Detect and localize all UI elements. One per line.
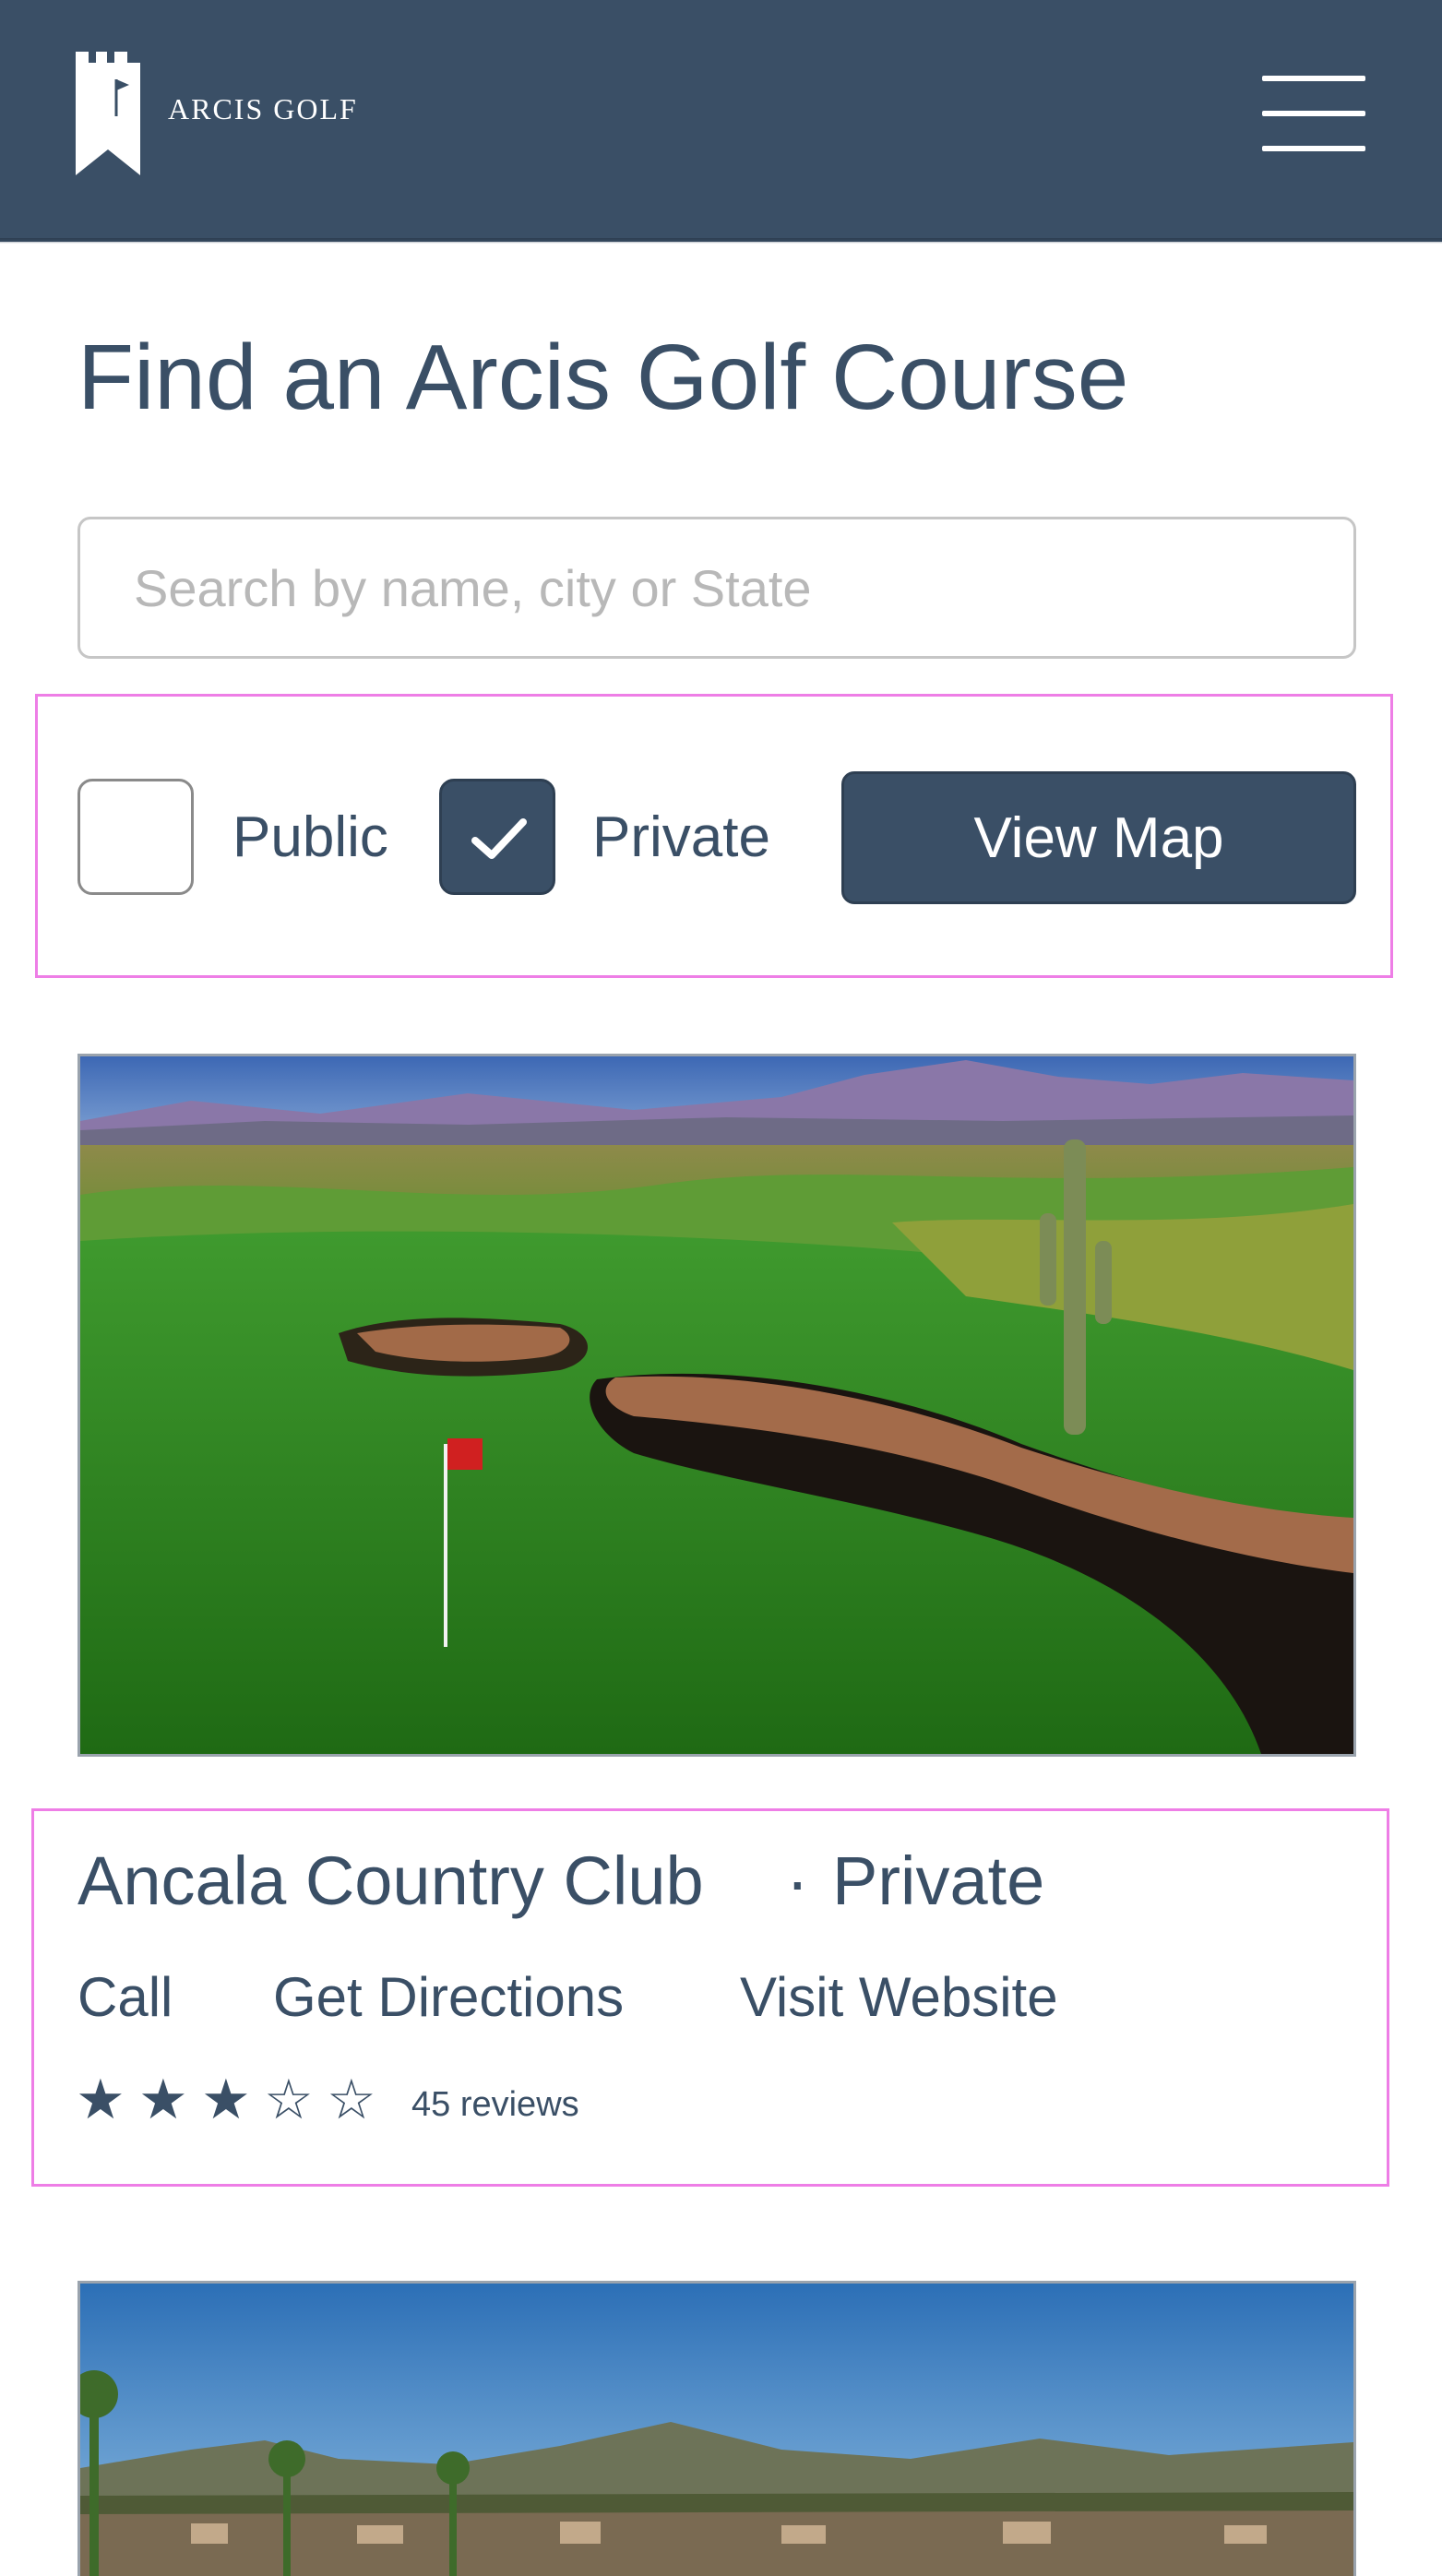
- arcis-logo-icon[interactable]: [76, 52, 140, 175]
- course-photo[interactable]: [77, 2281, 1356, 2576]
- separator-dot: ·: [786, 1843, 809, 1919]
- star-filled-icon: ★: [138, 2068, 188, 2132]
- course-photo[interactable]: [77, 1054, 1356, 1757]
- view-map-button[interactable]: View Map: [841, 771, 1356, 904]
- course-name[interactable]: Ancala Country Club: [77, 1842, 704, 1920]
- review-count[interactable]: 45 reviews: [411, 2085, 579, 2125]
- menu-button[interactable]: [1262, 74, 1365, 153]
- call-link[interactable]: Call: [77, 1965, 173, 2029]
- public-label[interactable]: Public: [232, 805, 388, 870]
- search-input[interactable]: [77, 517, 1356, 659]
- private-label[interactable]: Private: [592, 805, 770, 870]
- header-shadow: [0, 238, 1442, 244]
- course-type: Private: [832, 1843, 1045, 1919]
- brand-name[interactable]: ARCIS GOLF: [168, 92, 358, 126]
- site-header: ARCIS GOLF: [0, 0, 1442, 242]
- page-title: Find an Arcis Golf Course: [77, 326, 1129, 429]
- visit-website-link[interactable]: Visit Website: [740, 1965, 1058, 2029]
- star-filled-icon: ★: [201, 2068, 251, 2132]
- get-directions-link[interactable]: Get Directions: [273, 1965, 624, 2029]
- private-checkbox[interactable]: [439, 779, 555, 895]
- public-checkbox[interactable]: [77, 779, 194, 895]
- hamburger-icon: [1262, 76, 1365, 81]
- star-filled-icon: ★: [76, 2068, 125, 2132]
- star-empty-icon: ☆: [264, 2068, 314, 2132]
- checkmark-icon: [471, 818, 527, 859]
- star-empty-icon: ☆: [327, 2068, 376, 2132]
